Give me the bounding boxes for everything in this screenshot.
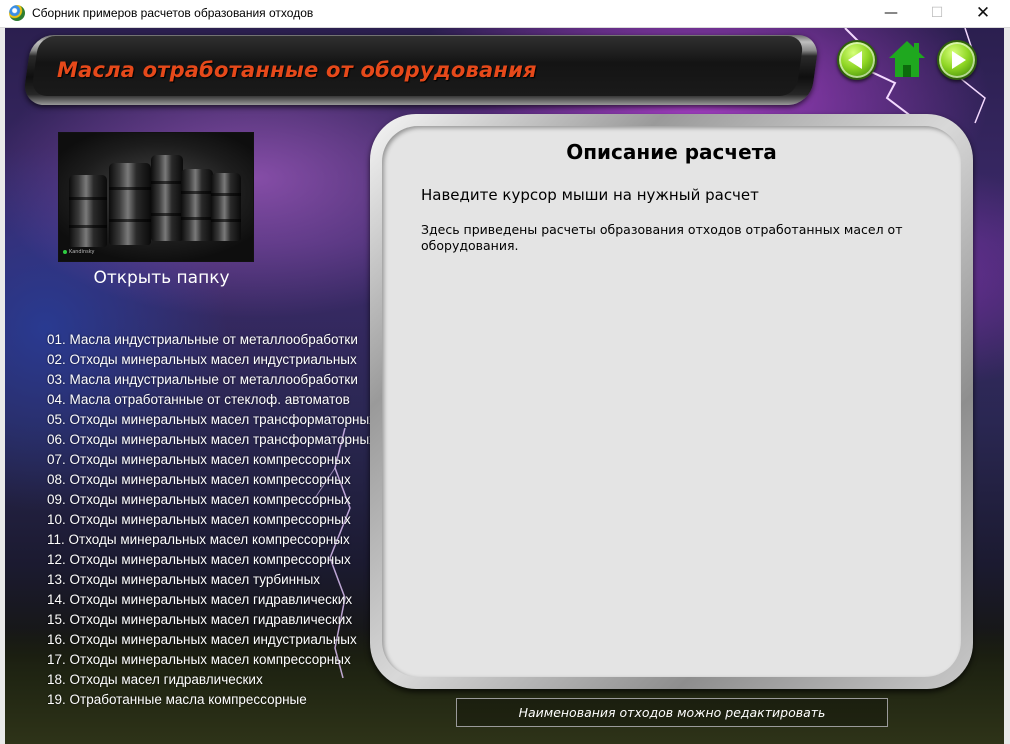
description-hint: Наведите курсор мыши на нужный расчет (421, 186, 759, 204)
calculation-item[interactable]: 06. Отходы минеральных масел трансформат… (47, 430, 376, 450)
calculation-item[interactable]: 18. Отходы масел гидравлических (47, 670, 376, 690)
calculation-item[interactable]: 17. Отходы минеральных масел компрессорн… (47, 650, 376, 670)
calculation-item[interactable]: 07. Отходы минеральных масел компрессорн… (47, 450, 376, 470)
main-scene: Масла отработанные от оборудования Kandi… (5, 28, 1004, 744)
forward-button[interactable] (937, 40, 977, 80)
thumbnail-caption: Kandinsky (63, 249, 94, 255)
description-panel: Описание расчета Наведите курсор мыши на… (370, 114, 973, 689)
calculation-list: 01. Масла индустриальные от металлообраб… (47, 330, 376, 710)
calculation-item[interactable]: 13. Отходы минеральных масел турбинных (47, 570, 376, 590)
calculation-item[interactable]: 10. Отходы минеральных масел компрессорн… (47, 510, 376, 530)
app-icon (9, 5, 25, 21)
calculation-item[interactable]: 12. Отходы минеральных масел компрессорн… (47, 550, 376, 570)
description-text: Здесь приведены расчеты образования отхо… (421, 222, 903, 253)
window-title: Сборник примеров расчетов образования от… (32, 6, 314, 20)
maximize-button[interactable]: ☐ (914, 0, 960, 27)
calculation-item[interactable]: 11. Отходы минеральных масел компрессорн… (47, 530, 376, 550)
arrow-left-icon (848, 51, 862, 69)
edit-names-note: Наименования отходов можно редактировать (456, 698, 888, 727)
open-folder-link[interactable]: Открыть папку (58, 268, 265, 288)
calculation-item[interactable]: 04. Масла отработанные от стеклоф. автом… (47, 390, 376, 410)
back-button[interactable] (837, 40, 877, 80)
description-panel-inner: Описание расчета Наведите курсор мыши на… (382, 126, 961, 677)
minimize-button[interactable]: — (868, 0, 914, 27)
calculation-item[interactable]: 08. Отходы минеральных масел компрессорн… (47, 470, 376, 490)
close-button[interactable]: ✕ (960, 0, 1006, 27)
calculation-item[interactable]: 19. Отработанные масла компрессорные (47, 690, 376, 710)
barrels-thumbnail[interactable]: Kandinsky (58, 132, 254, 262)
calculation-item[interactable]: 01. Масла индустриальные от металлообраб… (47, 330, 376, 350)
page-title: Масла отработанные от оборудования (57, 58, 537, 82)
calculation-item[interactable]: 03. Масла индустриальные от металлообраб… (47, 370, 376, 390)
calculation-item[interactable]: 02. Отходы минеральных масел индустриаль… (47, 350, 376, 370)
calculation-item[interactable]: 14. Отходы минеральных масел гидравличес… (47, 590, 376, 610)
calculation-item[interactable]: 16. Отходы минеральных масел индустриаль… (47, 630, 376, 650)
window-titlebar: Сборник примеров расчетов образования от… (0, 0, 1010, 28)
description-title: Описание расчета (566, 140, 777, 164)
home-button[interactable] (889, 41, 925, 79)
calculation-item[interactable]: 09. Отходы минеральных масел компрессорн… (47, 490, 376, 510)
calculation-item[interactable]: 15. Отходы минеральных масел гидравличес… (47, 610, 376, 630)
calculation-item[interactable]: 05. Отходы минеральных масел трансформат… (47, 410, 376, 430)
arrow-right-icon (952, 51, 966, 69)
